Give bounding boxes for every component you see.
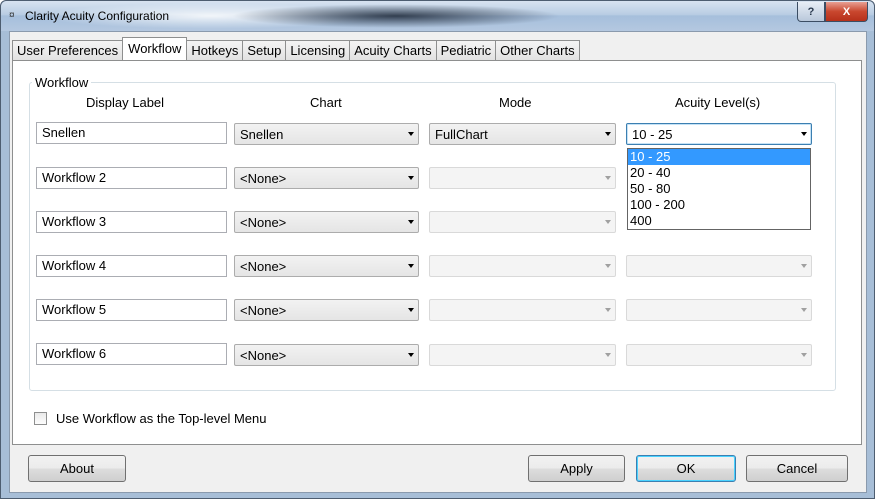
header-chart: Chart [310, 95, 342, 110]
chart-select-6-value: <None> [240, 348, 287, 363]
mode-select-2 [429, 167, 616, 189]
chevron-down-icon [801, 132, 807, 136]
tab-strip: User Preferences Workflow Hotkeys Setup … [12, 37, 580, 60]
tab-other-charts[interactable]: Other Charts [495, 40, 580, 60]
tab-setup[interactable]: Setup [242, 40, 287, 60]
display-label-input-6[interactable]: Workflow 6 [36, 343, 227, 365]
tab-user-preferences[interactable]: User Preferences [12, 40, 124, 60]
display-label-input-4[interactable]: Workflow 4 [36, 255, 227, 277]
chevron-down-icon [408, 220, 414, 224]
close-button[interactable]: X [825, 2, 868, 22]
title-bar[interactable]: ¤ Clarity Acuity Configuration ? X [1, 1, 874, 31]
display-label-input-2[interactable]: Workflow 2 [36, 167, 227, 189]
chevron-down-icon [605, 308, 611, 312]
top-level-menu-checkbox[interactable] [34, 412, 47, 425]
tab-workflow[interactable]: Workflow [122, 37, 188, 60]
chart-select-5-value: <None> [240, 303, 287, 318]
chart-select-4[interactable]: <None> [234, 255, 419, 277]
header-mode: Mode [499, 95, 532, 110]
acuity-option-400[interactable]: 400 [628, 213, 810, 229]
mode-select-1[interactable]: FullChart [429, 123, 616, 145]
chevron-down-icon [605, 353, 611, 357]
acuity-dropdown-list: 10 - 25 20 - 40 50 - 80 100 - 200 400 [627, 148, 811, 230]
display-label-input-5[interactable]: Workflow 5 [36, 299, 227, 321]
acuity-select-1[interactable]: 10 - 25 [626, 123, 812, 145]
chart-select-2-value: <None> [240, 171, 287, 186]
chevron-down-icon [408, 264, 414, 268]
chevron-down-icon [801, 353, 807, 357]
top-level-menu-option[interactable]: Use Workflow as the Top-level Menu [34, 411, 267, 426]
display-label-input-3[interactable]: Workflow 3 [36, 211, 227, 233]
chevron-down-icon [605, 176, 611, 180]
chart-select-1-value: Snellen [240, 127, 284, 142]
help-button[interactable]: ? [797, 2, 825, 22]
cancel-button[interactable]: Cancel [746, 455, 848, 482]
chevron-down-icon [408, 353, 414, 357]
mode-select-5 [429, 299, 616, 321]
chevron-down-icon [408, 132, 414, 136]
chevron-down-icon [605, 264, 611, 268]
app-icon[interactable]: ¤ [9, 10, 23, 22]
chart-select-5[interactable]: <None> [234, 299, 419, 321]
mode-select-4 [429, 255, 616, 277]
top-level-menu-label: Use Workflow as the Top-level Menu [56, 411, 267, 426]
acuity-select-1-value: 10 - 25 [632, 127, 673, 142]
chevron-down-icon [801, 264, 807, 268]
acuity-option-100-200[interactable]: 100 - 200 [628, 197, 810, 213]
acuity-select-5 [626, 299, 812, 321]
chart-select-3[interactable]: <None> [234, 211, 419, 233]
acuity-option-10-25[interactable]: 10 - 25 [628, 149, 810, 165]
apply-button[interactable]: Apply [528, 455, 625, 482]
about-button[interactable]: About [28, 455, 126, 482]
acuity-select-4 [626, 255, 812, 277]
chevron-down-icon [605, 220, 611, 224]
chart-select-6[interactable]: <None> [234, 344, 419, 366]
tab-pediatric[interactable]: Pediatric [435, 40, 497, 60]
header-display-label: Display Label [86, 95, 165, 110]
acuity-option-20-40[interactable]: 20 - 40 [628, 165, 810, 181]
tab-acuity-charts[interactable]: Acuity Charts [349, 40, 437, 60]
acuity-option-50-80[interactable]: 50 - 80 [628, 181, 810, 197]
workflow-group-label: Workflow [32, 75, 92, 90]
chevron-down-icon [408, 176, 414, 180]
chart-select-2[interactable]: <None> [234, 167, 419, 189]
window-title: Clarity Acuity Configuration [25, 9, 170, 23]
chart-select-1[interactable]: Snellen [234, 123, 419, 145]
chart-select-3-value: <None> [240, 215, 287, 230]
chevron-down-icon [605, 132, 611, 136]
chevron-down-icon [408, 308, 414, 312]
chevron-down-icon [801, 308, 807, 312]
display-label-input-1[interactable]: Snellen [36, 122, 227, 144]
tab-licensing[interactable]: Licensing [285, 40, 351, 60]
ok-button[interactable]: OK [636, 455, 736, 482]
mode-select-3 [429, 211, 616, 233]
acuity-select-6 [626, 344, 812, 366]
chart-select-4-value: <None> [240, 259, 287, 274]
tab-hotkeys[interactable]: Hotkeys [186, 40, 244, 60]
mode-select-6 [429, 344, 616, 366]
mode-select-1-value: FullChart [435, 127, 488, 142]
header-acuity-levels: Acuity Level(s) [675, 95, 761, 110]
